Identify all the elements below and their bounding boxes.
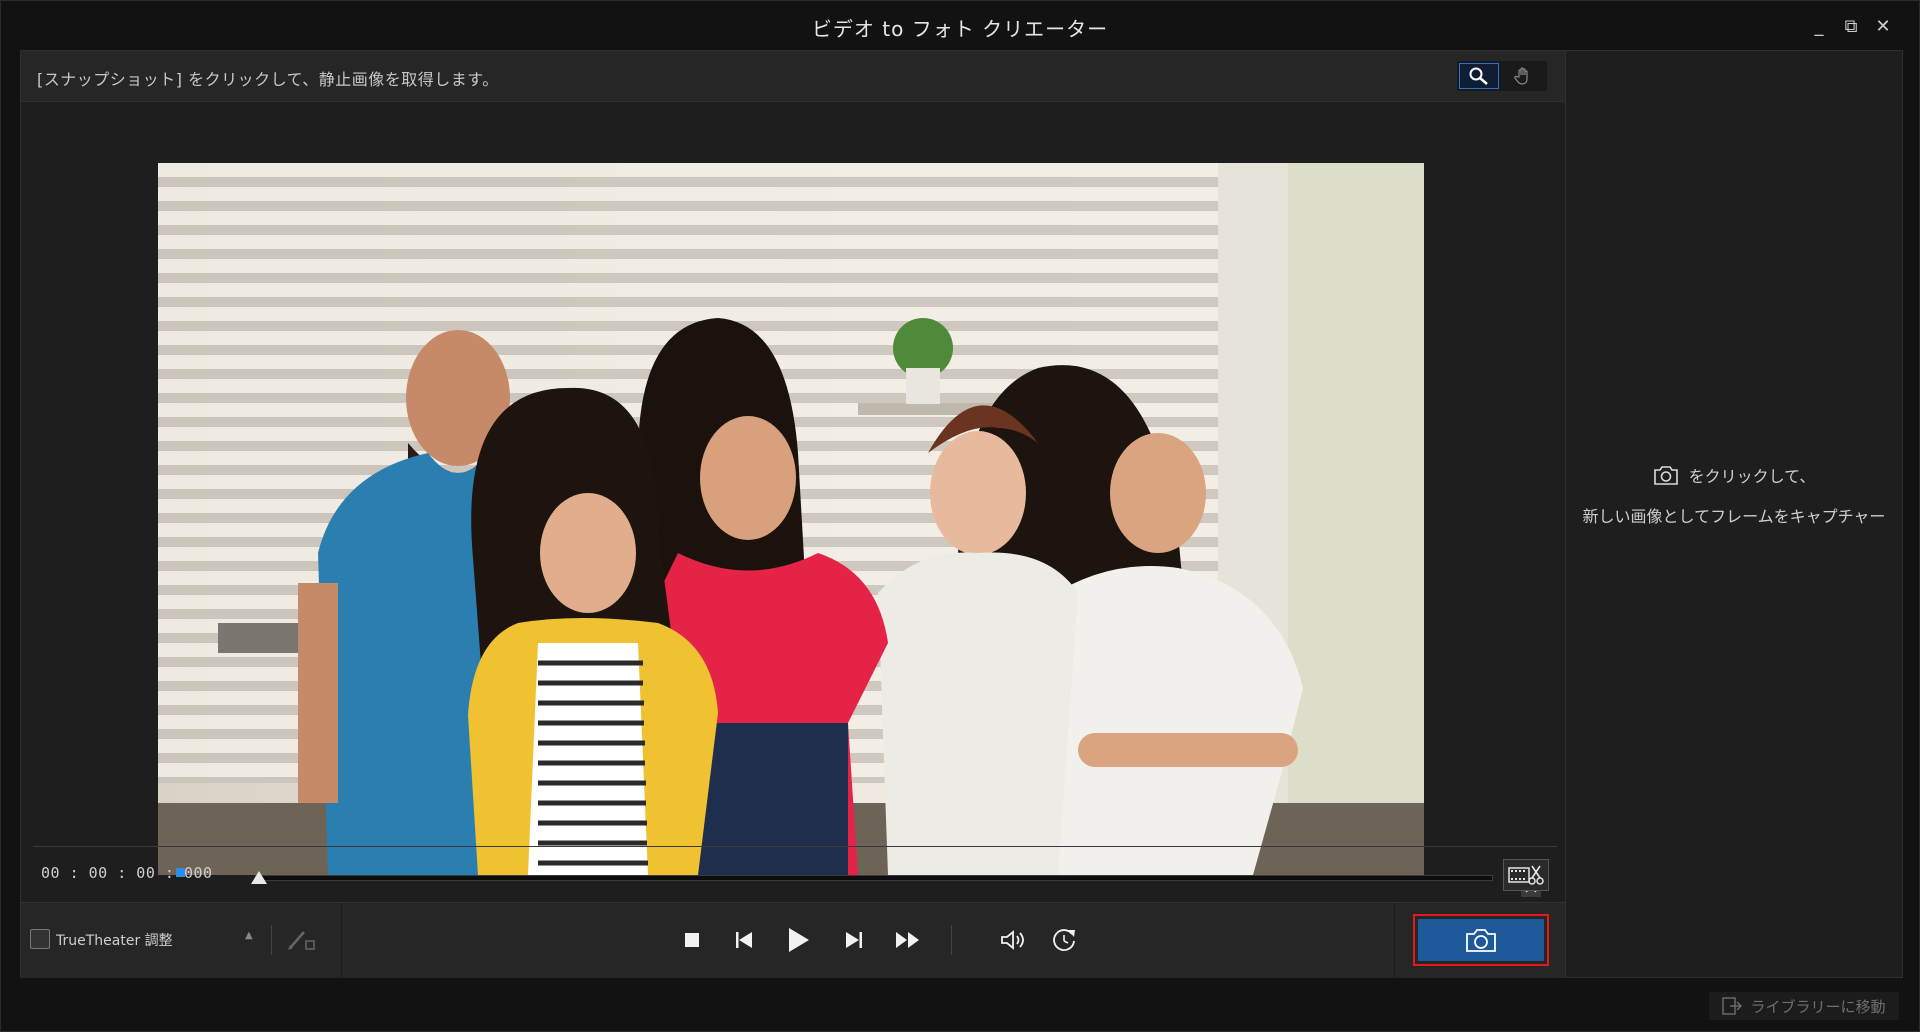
side-hint-text1: をクリックして、: [1688, 467, 1816, 486]
timeline-bar: 00 : 00 : 00 : 000: [21, 846, 1565, 896]
truetheater-checkbox[interactable]: [30, 929, 50, 949]
go-to-library-button[interactable]: ライブラリーに移動: [1709, 992, 1899, 1020]
video-frame[interactable]: [158, 163, 1424, 875]
hint-text: [スナップショット] をクリックして、静止画像を取得します。: [37, 70, 499, 89]
play-icon: [789, 928, 809, 952]
library-label: ライブラリーに移動: [1750, 997, 1886, 1016]
play-button[interactable]: [778, 921, 818, 959]
view-tool-group: [1457, 61, 1547, 91]
playback-control-bar: TrueTheater 調整 ▲: [21, 902, 1565, 978]
main-panel: [スナップショット] をクリックして、静止画像を取得します。 00: 00:…: [20, 50, 1566, 978]
next-frame-icon: [846, 932, 862, 948]
hint-bar: [スナップショット] をクリックして、静止画像を取得します。: [21, 51, 1565, 102]
separator: [951, 925, 952, 955]
rotate-icon: [1053, 929, 1075, 951]
side-hint-text2: 新しい画像としてフレームをキャプチャー: [1582, 507, 1886, 526]
preview-area: [21, 102, 1565, 897]
volume-icon: [1001, 930, 1024, 950]
volume-button[interactable]: [994, 921, 1034, 959]
marker-indicator: [176, 868, 185, 877]
stop-icon: [685, 933, 699, 947]
camera-icon: [1653, 466, 1678, 485]
section-divider: [1394, 903, 1395, 978]
playhead-handle[interactable]: [251, 871, 267, 884]
rotate-button[interactable]: [1044, 921, 1084, 959]
timeline-track[interactable]: [255, 875, 1493, 881]
stop-button[interactable]: [672, 921, 712, 959]
trim-button[interactable]: [1503, 859, 1549, 891]
snapshot-highlight: [1413, 914, 1549, 966]
truetheater-expand-icon[interactable]: ▲: [245, 930, 253, 941]
exit-arrow-icon: [1722, 997, 1743, 1015]
snapshot-side-panel: をクリックして、 新しい画像としてフレームをキャプチャー: [1565, 50, 1903, 978]
video-scene-image: [158, 163, 1424, 875]
section-divider: [341, 903, 342, 978]
fast-forward-icon: [896, 932, 919, 948]
title-bar: ビデオ to フォト クリエーター _ ⧉ ✕: [1, 1, 1919, 51]
close-button[interactable]: ✕: [1871, 15, 1895, 39]
app-window: ビデオ to フォト クリエーター _ ⧉ ✕ [スナップショット] をクリック…: [0, 0, 1920, 1032]
film-scissors-icon: [1508, 865, 1544, 885]
edit-adjust-button[interactable]: [283, 923, 319, 957]
hand-icon: [1514, 67, 1528, 85]
previous-frame-button[interactable]: [724, 921, 764, 959]
pencil-icon: [288, 931, 315, 950]
separator: [271, 925, 272, 955]
truetheater-label: TrueTheater 調整: [56, 933, 173, 949]
fast-forward-button[interactable]: [888, 921, 928, 959]
restore-button[interactable]: ⧉: [1839, 15, 1863, 39]
previous-frame-icon: [736, 932, 752, 948]
hand-tool-button[interactable]: [1503, 63, 1543, 89]
timeline-divider: [33, 846, 1557, 847]
side-hint-line1: をクリックして、: [1566, 463, 1902, 487]
zoom-tool-button[interactable]: [1459, 63, 1499, 89]
snapshot-button[interactable]: [1418, 919, 1544, 961]
window-title: ビデオ to フォト クリエーター: [811, 17, 1109, 41]
camera-icon: [1466, 929, 1496, 952]
next-frame-button[interactable]: [834, 921, 874, 959]
minimize-button[interactable]: _: [1807, 15, 1831, 39]
magnifier-icon: [1469, 67, 1488, 85]
timecode-display: 00 : 00 : 00 : 000: [41, 864, 213, 882]
